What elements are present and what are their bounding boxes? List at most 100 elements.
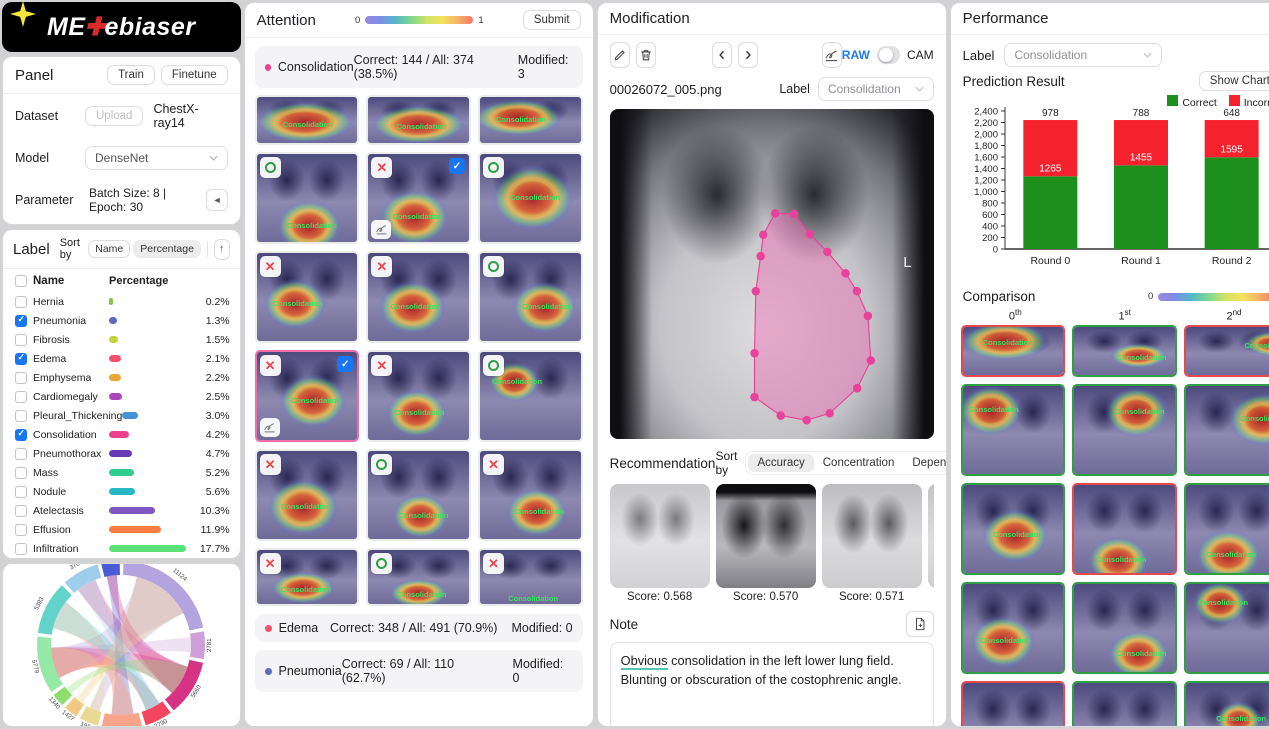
label-row[interactable]: Pneumonia1.3% — [3, 311, 240, 330]
annotation-vertex[interactable] — [866, 356, 874, 365]
annotation-vertex[interactable] — [756, 252, 764, 261]
group-header-consolidation[interactable]: Consolidation Correct: 144 / All: 374 (3… — [255, 46, 583, 88]
select-all-checkbox[interactable] — [15, 275, 27, 287]
model-select[interactable]: DenseNet — [85, 146, 228, 170]
xray-cam-card[interactable]: Consolidation✕ — [478, 548, 583, 606]
xray-cam-card[interactable]: Consolidation — [1184, 582, 1269, 674]
sort-direction-button[interactable]: ↑ — [214, 239, 230, 260]
xray-cam-card[interactable]: Consolidation — [366, 95, 471, 145]
annotation-vertex[interactable] — [825, 409, 833, 418]
chord-arc[interactable] — [190, 631, 205, 659]
xray-cam-card[interactable]: Consolidation — [255, 152, 360, 244]
sort-option-concentration[interactable]: Concentration — [814, 454, 904, 472]
label-checkbox[interactable] — [15, 315, 27, 327]
xray-cam-card[interactable]: Consolidation — [366, 449, 471, 541]
label-checkbox[interactable] — [15, 372, 27, 384]
collapse-button[interactable]: ◄ — [206, 189, 227, 211]
xray-cam-card[interactable]: Consolidation — [478, 350, 583, 442]
upload-button[interactable]: Upload — [85, 106, 143, 126]
sort-name-button[interactable]: Name — [88, 240, 130, 258]
mod-label-select[interactable]: Consolidation — [818, 77, 934, 101]
annotation-vertex[interactable] — [853, 384, 861, 393]
delete-button[interactable] — [636, 42, 656, 68]
label-row[interactable]: Emphysema2.2% — [3, 368, 240, 387]
xray-cam-card[interactable]: Consolidation✕✓ — [255, 350, 360, 442]
raw-cam-toggle[interactable] — [877, 46, 900, 64]
xray-cam-card[interactable]: Consolidation — [961, 325, 1066, 377]
label-checkbox[interactable] — [15, 410, 27, 422]
label-row[interactable]: Hernia0.2% — [3, 292, 240, 311]
xray-cam-card[interactable]: Consolidation — [1184, 681, 1269, 727]
xray-cam-card[interactable]: Consolidation — [1184, 483, 1269, 575]
main-xray-image[interactable]: L — [610, 109, 934, 439]
xray-cam-card[interactable]: Consolidation — [1072, 384, 1177, 476]
recommendation-thumb[interactable] — [716, 484, 816, 588]
group-header-edema[interactable]: Edema Correct: 348 / All: 491 (70.9%) Mo… — [255, 614, 583, 642]
annotation-vertex[interactable] — [789, 210, 797, 219]
xray-cam-card[interactable]: Consolidation — [478, 251, 583, 343]
label-checkbox[interactable] — [15, 467, 27, 479]
xray-cam-card[interactable]: Consolidation✕ — [255, 251, 360, 343]
annotation-vertex[interactable] — [771, 209, 779, 218]
label-row[interactable]: Effusion11.9% — [3, 520, 240, 539]
xray-cam-card[interactable]: Consolidation✕✓ — [366, 152, 471, 244]
sort-option-dependency[interactable]: Dependency — [903, 454, 946, 472]
xray-cam-card[interactable]: Consolidation — [1072, 483, 1177, 575]
xray-cam-card[interactable]: Consolidation✕ — [255, 449, 360, 541]
submit-button[interactable]: Submit — [523, 10, 581, 30]
label-row[interactable]: Pneumothorax4.7% — [3, 444, 240, 463]
label-row[interactable]: Mass5.2% — [3, 463, 240, 482]
xray-cam-card[interactable]: Consolidation — [1184, 325, 1269, 377]
annotation-vertex[interactable] — [863, 312, 871, 321]
label-checkbox[interactable] — [15, 353, 27, 365]
label-row[interactable]: Consolidation4.2% — [3, 425, 240, 444]
chord-arc[interactable] — [101, 563, 120, 577]
label-checkbox[interactable] — [15, 296, 27, 308]
sort-percentage-button[interactable]: Percentage — [133, 240, 201, 258]
annotation-vertex[interactable] — [802, 416, 810, 425]
bar-correct[interactable] — [1023, 176, 1077, 249]
label-row[interactable]: Fibrosis1.5% — [3, 330, 240, 349]
label-checkbox[interactable] — [15, 543, 27, 555]
recommendation-thumb[interactable] — [610, 484, 710, 588]
card-checkbox[interactable]: ✓ — [449, 158, 465, 174]
annotation-vertex[interactable] — [750, 349, 758, 358]
xray-cam-card[interactable]: Consolidation✕ — [366, 251, 471, 343]
annotation-vertex[interactable] — [776, 411, 784, 420]
show-charts-button[interactable]: Show Charts — [1199, 71, 1269, 91]
xray-cam-card[interactable]: Consolidation✕ — [255, 548, 360, 606]
label-checkbox[interactable] — [15, 334, 27, 346]
label-checkbox[interactable] — [15, 391, 27, 403]
annotation-vertex[interactable] — [805, 230, 813, 239]
xray-cam-card[interactable]: Consolidation✕ — [366, 350, 471, 442]
label-row[interactable]: Atelectasis10.3% — [3, 501, 240, 520]
xray-cam-card[interactable]: Consolidation✕ — [478, 449, 583, 541]
label-checkbox[interactable] — [15, 524, 27, 536]
label-row[interactable]: Infiltration17.7% — [3, 539, 240, 558]
bar-correct[interactable] — [1114, 165, 1168, 249]
perf-label-select[interactable]: Consolidation — [1004, 43, 1162, 67]
label-row[interactable]: Pleural_Thickening3.0% — [3, 406, 240, 425]
draw-button[interactable] — [610, 42, 630, 68]
annotation-vertex[interactable] — [751, 287, 759, 296]
label-checkbox[interactable] — [15, 448, 27, 460]
label-row[interactable]: Cardiomegaly2.5% — [3, 387, 240, 406]
annotation-vertex[interactable] — [750, 393, 758, 402]
label-checkbox[interactable] — [15, 486, 27, 498]
annotation-vertex[interactable] — [823, 248, 831, 257]
label-row[interactable]: Edema2.1% — [3, 349, 240, 368]
prev-image-button[interactable] — [712, 42, 732, 68]
recommendation-thumb[interactable] — [928, 484, 934, 588]
annotation-vertex[interactable] — [852, 287, 860, 296]
xray-cam-card[interactable]: Consolidation — [961, 681, 1066, 727]
signature-button[interactable] — [822, 42, 842, 68]
xray-cam-card[interactable]: Consolidation — [366, 548, 471, 606]
note-textarea[interactable]: Obvious consolidation in the left lower … — [610, 642, 934, 727]
sort-option-accuracy[interactable]: Accuracy — [748, 454, 813, 472]
label-checkbox[interactable] — [15, 505, 27, 517]
xray-cam-card[interactable]: Consolidation — [1184, 384, 1269, 476]
xray-cam-card[interactable]: Consolidation — [478, 95, 583, 145]
annotation-polygon[interactable] — [610, 109, 934, 439]
label-row[interactable]: Nodule5.6% — [3, 482, 240, 501]
train-button[interactable]: Train — [107, 65, 155, 85]
